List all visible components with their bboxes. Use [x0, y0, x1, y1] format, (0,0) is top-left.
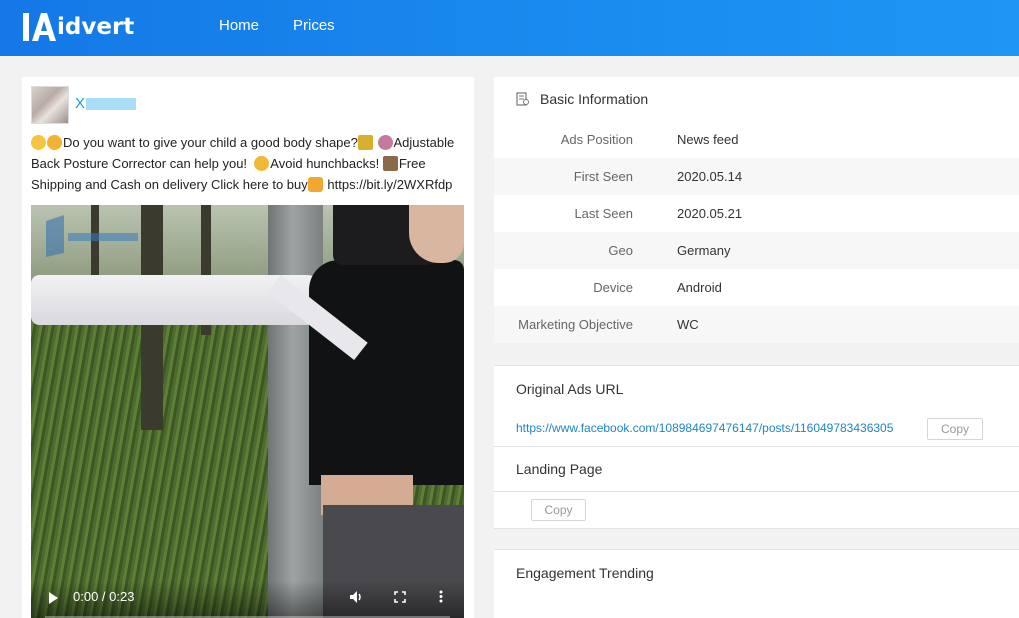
landing-page-row: Copy [494, 492, 1019, 529]
play-icon[interactable] [49, 592, 58, 604]
info-value: Germany [677, 243, 731, 258]
logo-text: idvert [57, 14, 135, 40]
engagement-trending-title: Engagement Trending [516, 565, 654, 581]
info-label: Device [593, 280, 633, 295]
video-watermark-logo [44, 213, 144, 258]
ad-text-line-3: Avoid hunchbacks! [270, 156, 380, 171]
original-url-title: Original Ads URL [516, 381, 624, 397]
ad-details-panel: Basic Information Ads Position News feed… [494, 77, 1019, 618]
volume-icon[interactable] [349, 590, 364, 607]
video-controls-bar: 0:00 / 0:23 [31, 580, 464, 618]
video-frame-shirt [309, 260, 464, 485]
landing-page-title: Landing Page [516, 461, 603, 477]
info-label: Marketing Objective [518, 317, 633, 332]
sparkle-emoji-icon [357, 135, 373, 150]
info-value: 2020.05.21 [677, 206, 743, 221]
person-gesturing-emoji-icon [377, 135, 393, 150]
document-icon [516, 92, 529, 109]
copy-landing-page-button[interactable]: Copy [531, 499, 586, 521]
section-spacer [494, 529, 1019, 549]
original-url-header: Original Ads URL [494, 365, 1019, 411]
basic-info-title: Basic Information [540, 91, 649, 107]
shopping-cart-emoji-icon [382, 156, 398, 171]
info-row-geo: Geo Germany [494, 232, 1019, 269]
info-label: First Seen [573, 169, 633, 184]
engagement-trending-header: Engagement Trending [494, 549, 1019, 595]
author-name-text: X [75, 95, 86, 112]
video-frame-face [409, 205, 464, 263]
blurred-name-mask [86, 98, 137, 111]
info-label: Geo [608, 243, 633, 258]
ad-short-link[interactable]: https://bit.ly/2WXRfdp [327, 177, 452, 192]
video-time: 0:00 / 0:23 [73, 589, 135, 604]
info-value: Android [677, 280, 722, 295]
info-row-last-seen: Last Seen 2020.05.21 [494, 195, 1019, 232]
info-label: Last Seen [574, 206, 633, 221]
ad-video-player[interactable]: 0:00 / 0:23 [31, 205, 464, 618]
landing-page-header: Landing Page [494, 447, 1019, 492]
pointing-hand-emoji-icon [307, 177, 323, 192]
ad-copy-text: Do you want to give your child a good bo… [31, 132, 467, 195]
ad-preview-card: X Do you want to give your child a good … [22, 77, 474, 618]
info-value: 2020.05.14 [677, 169, 743, 184]
original-url-row: https://www.facebook.com/108984697476147… [494, 410, 1019, 447]
more-options-icon[interactable] [439, 590, 443, 606]
logo-mark-icon [22, 11, 56, 43]
basic-info-header: Basic Information [494, 77, 1019, 122]
avatar[interactable] [31, 86, 69, 124]
info-row-marketing-objective: Marketing Objective WC [494, 306, 1019, 343]
engagement-chart-area [494, 594, 1019, 618]
nav-home[interactable]: Home [219, 17, 259, 34]
smile-emoji-icon [31, 135, 46, 150]
info-row-device: Device Android [494, 269, 1019, 306]
top-navigation-bar: idvert Home Prices [0, 0, 1019, 56]
raised-hand-emoji-icon [254, 156, 270, 171]
info-row-first-seen: First Seen 2020.05.14 [494, 158, 1019, 195]
ad-author-name[interactable]: X [75, 95, 137, 112]
info-value: News feed [677, 132, 739, 147]
girl-emoji-icon [47, 135, 62, 150]
nav-prices[interactable]: Prices [293, 17, 335, 34]
info-row-ads-position: Ads Position News feed [494, 121, 1019, 158]
site-logo[interactable]: idvert [22, 10, 134, 44]
copy-url-button[interactable]: Copy [927, 418, 983, 440]
section-spacer [494, 343, 1019, 365]
original-ads-url-link[interactable]: https://www.facebook.com/108984697476147… [516, 421, 893, 435]
info-value: WC [677, 317, 699, 332]
info-label: Ads Position [560, 132, 633, 147]
fullscreen-icon[interactable] [394, 590, 406, 606]
ad-text-line-1: Do you want to give your child a good bo… [63, 135, 358, 150]
